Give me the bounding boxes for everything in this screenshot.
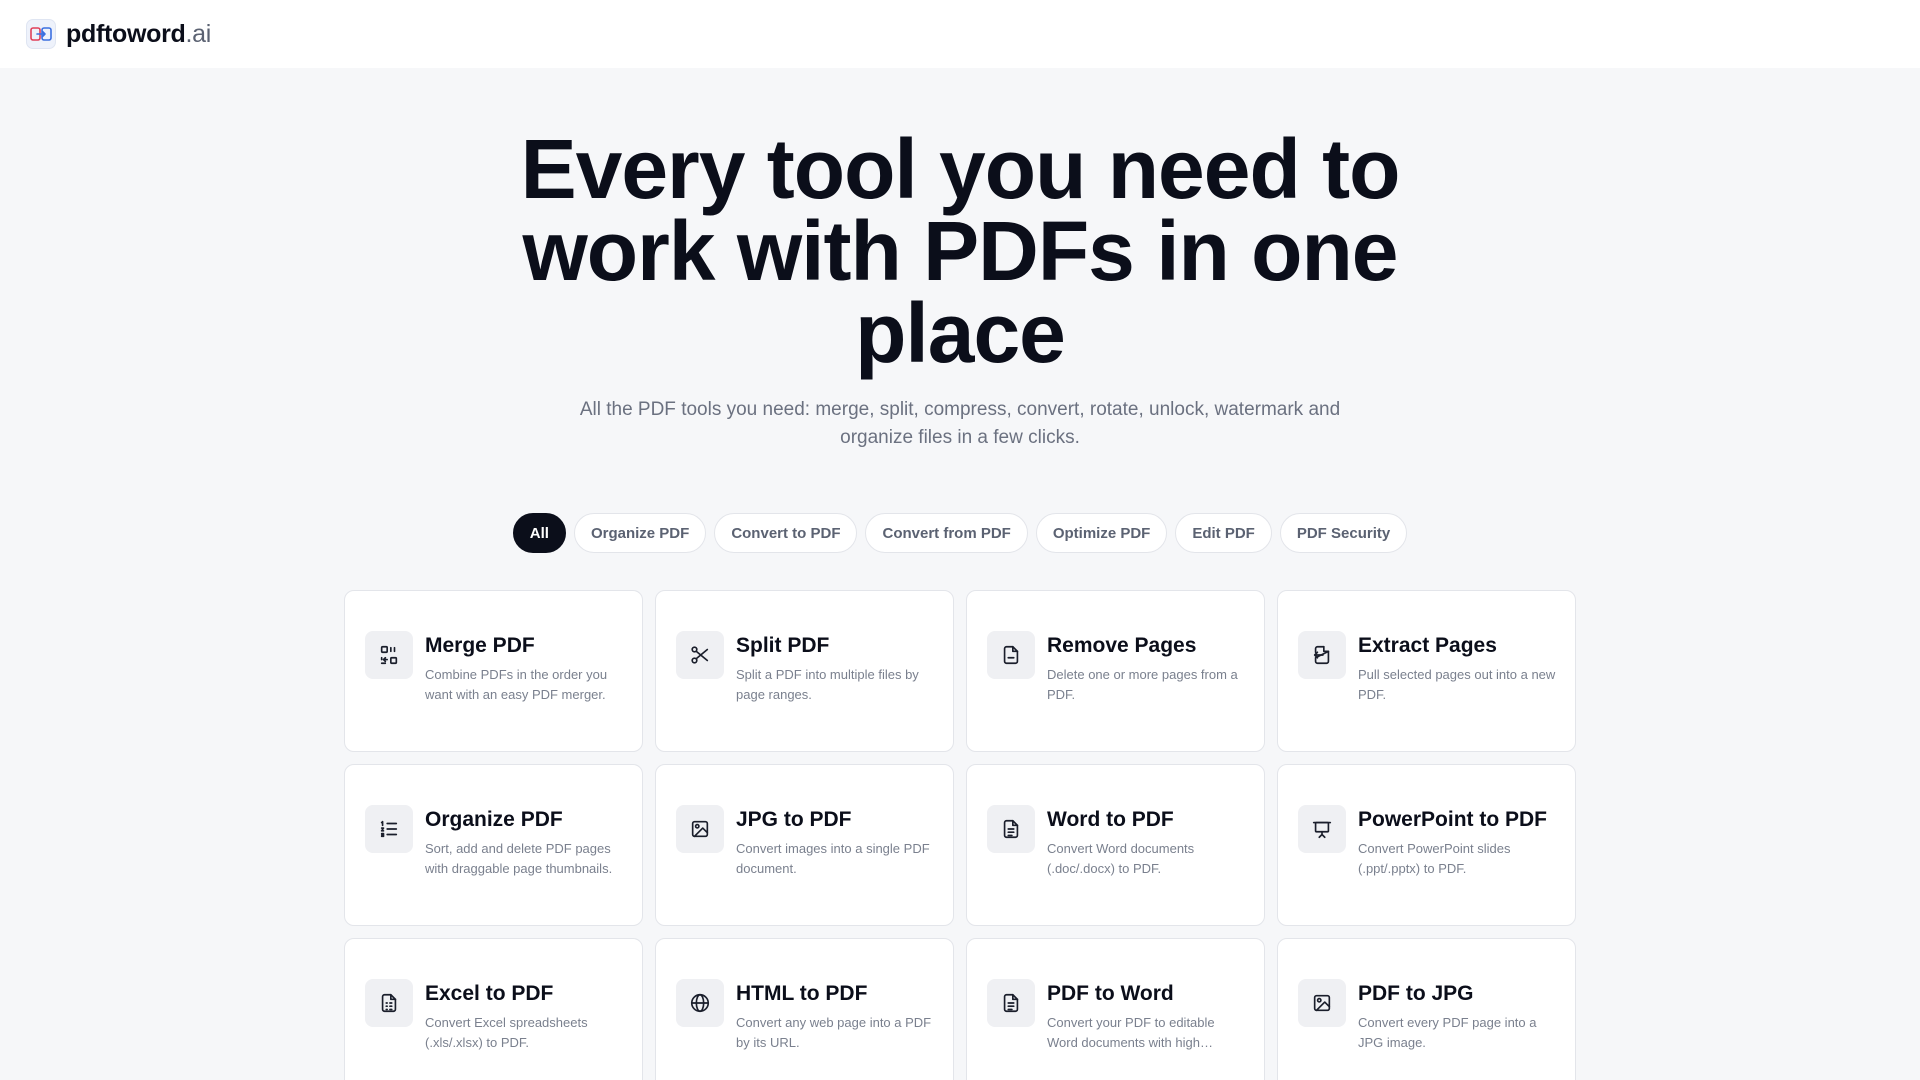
hero-section: Every tool you need to work with PDFs in… xyxy=(0,122,1920,452)
tool-description: Split a PDF into multiple files by page … xyxy=(736,667,919,702)
tool-card-merge-pdf[interactable]: Merge PDF Combine PDFs in the order you … xyxy=(344,590,643,752)
tool-description: Convert Excel spreadsheets (.xls/.xlsx) … xyxy=(425,1015,588,1050)
document-icon xyxy=(987,979,1035,1027)
presentation-icon xyxy=(1298,805,1346,853)
filter-chip-all[interactable]: All xyxy=(512,513,566,553)
tool-card-html-to-pdf[interactable]: HTML to PDF Convert any web page into a … xyxy=(655,938,954,1080)
globe-icon xyxy=(676,979,724,1027)
tool-title: Organize PDF xyxy=(425,808,563,831)
tool-card-excel-to-pdf[interactable]: Excel to PDF Convert Excel spreadsheets … xyxy=(344,938,643,1080)
tool-description: Delete one or more pages from a PDF. xyxy=(1047,667,1238,702)
tool-title: Merge PDF xyxy=(425,634,535,657)
tool-description: Convert images into a single PDF documen… xyxy=(736,841,930,876)
tool-description: Convert your PDF to editable Word docume… xyxy=(1047,1015,1215,1050)
filter-chip-optimize-pdf[interactable]: Optimize PDF xyxy=(1035,513,1168,553)
tool-title: Remove Pages xyxy=(1047,634,1197,657)
tool-title: Extract Pages xyxy=(1358,634,1497,657)
tool-card-powerpoint-to-pdf[interactable]: PowerPoint to PDF Convert PowerPoint sli… xyxy=(1277,764,1576,926)
tool-card-organize-pdf[interactable]: Organize PDF Sort, add and delete PDF pa… xyxy=(344,764,643,926)
spreadsheet-icon xyxy=(365,979,413,1027)
tool-description: Convert every PDF page into a JPG image. xyxy=(1358,1015,1537,1050)
tool-title: PDF to JPG xyxy=(1358,982,1474,1005)
document-icon xyxy=(987,805,1035,853)
tool-title: Word to PDF xyxy=(1047,808,1174,831)
merge-icon xyxy=(365,631,413,679)
top-header: pdftoword.ai xyxy=(0,0,1920,68)
page-subtitle: All the PDF tools you need: merge, split… xyxy=(579,399,1341,448)
scissors-icon xyxy=(676,631,724,679)
tool-card-word-to-pdf[interactable]: Word to PDF Convert Word documents (.doc… xyxy=(966,764,1265,926)
filter-chip-edit-pdf[interactable]: Edit PDF xyxy=(1175,513,1272,553)
tool-description: Convert Word documents (.doc/.docx) to P… xyxy=(1047,841,1195,876)
image-icon xyxy=(676,805,724,853)
tool-description: Convert any web page into a PDF by its U… xyxy=(736,1015,932,1050)
brand-name: pdftoword.ai xyxy=(66,19,211,48)
list-ordered-icon xyxy=(365,805,413,853)
logo-icon xyxy=(26,19,56,49)
tool-title: Split PDF xyxy=(736,634,830,657)
tool-description: Sort, add and delete PDF pages with drag… xyxy=(425,841,613,876)
file-icon xyxy=(987,631,1035,679)
filter-chip-organize-pdf[interactable]: Organize PDF xyxy=(573,513,707,553)
filter-chip-pdf-security[interactable]: PDF Security xyxy=(1279,513,1408,553)
tool-card-pdf-to-jpg[interactable]: PDF to JPG Convert every PDF page into a… xyxy=(1277,938,1576,1080)
tool-card-split-pdf[interactable]: Split PDF Split a PDF into multiple file… xyxy=(655,590,954,752)
tool-title: Excel to PDF xyxy=(425,982,554,1005)
image-icon xyxy=(1298,979,1346,1027)
tool-title: JPG to PDF xyxy=(736,808,852,831)
tool-card-remove-pages[interactable]: Remove Pages Delete one or more pages fr… xyxy=(966,590,1265,752)
tools-grid: Merge PDF Combine PDFs in the order you … xyxy=(344,590,1576,1080)
filter-chip-convert-from-pdf[interactable]: Convert from PDF xyxy=(865,513,1028,553)
tool-description: Combine PDFs in the order you want with … xyxy=(425,667,608,702)
tool-card-extract-pages[interactable]: Extract Pages Pull selected pages out in… xyxy=(1277,590,1576,752)
tool-card-jpg-to-pdf[interactable]: JPG to PDF Convert images into a single … xyxy=(655,764,954,926)
page-title: Every tool you need to work with PDFs in… xyxy=(520,122,1401,380)
tool-title: PowerPoint to PDF xyxy=(1358,808,1547,831)
tool-card-pdf-to-word[interactable]: PDF to Word Convert your PDF to editable… xyxy=(966,938,1265,1080)
tool-title: HTML to PDF xyxy=(736,982,868,1005)
tool-description: Convert PowerPoint slides (.ppt/.pptx) t… xyxy=(1358,841,1511,876)
tool-description: Pull selected pages out into a new PDF. xyxy=(1358,667,1556,702)
tool-title: PDF to Word xyxy=(1047,982,1174,1005)
brand-logo[interactable]: pdftoword.ai xyxy=(26,19,211,49)
filter-chip-convert-to-pdf[interactable]: Convert to PDF xyxy=(714,513,858,553)
file-export-icon xyxy=(1298,631,1346,679)
category-filter-bar: All Organize PDF Convert to PDF Convert … xyxy=(0,513,1920,553)
